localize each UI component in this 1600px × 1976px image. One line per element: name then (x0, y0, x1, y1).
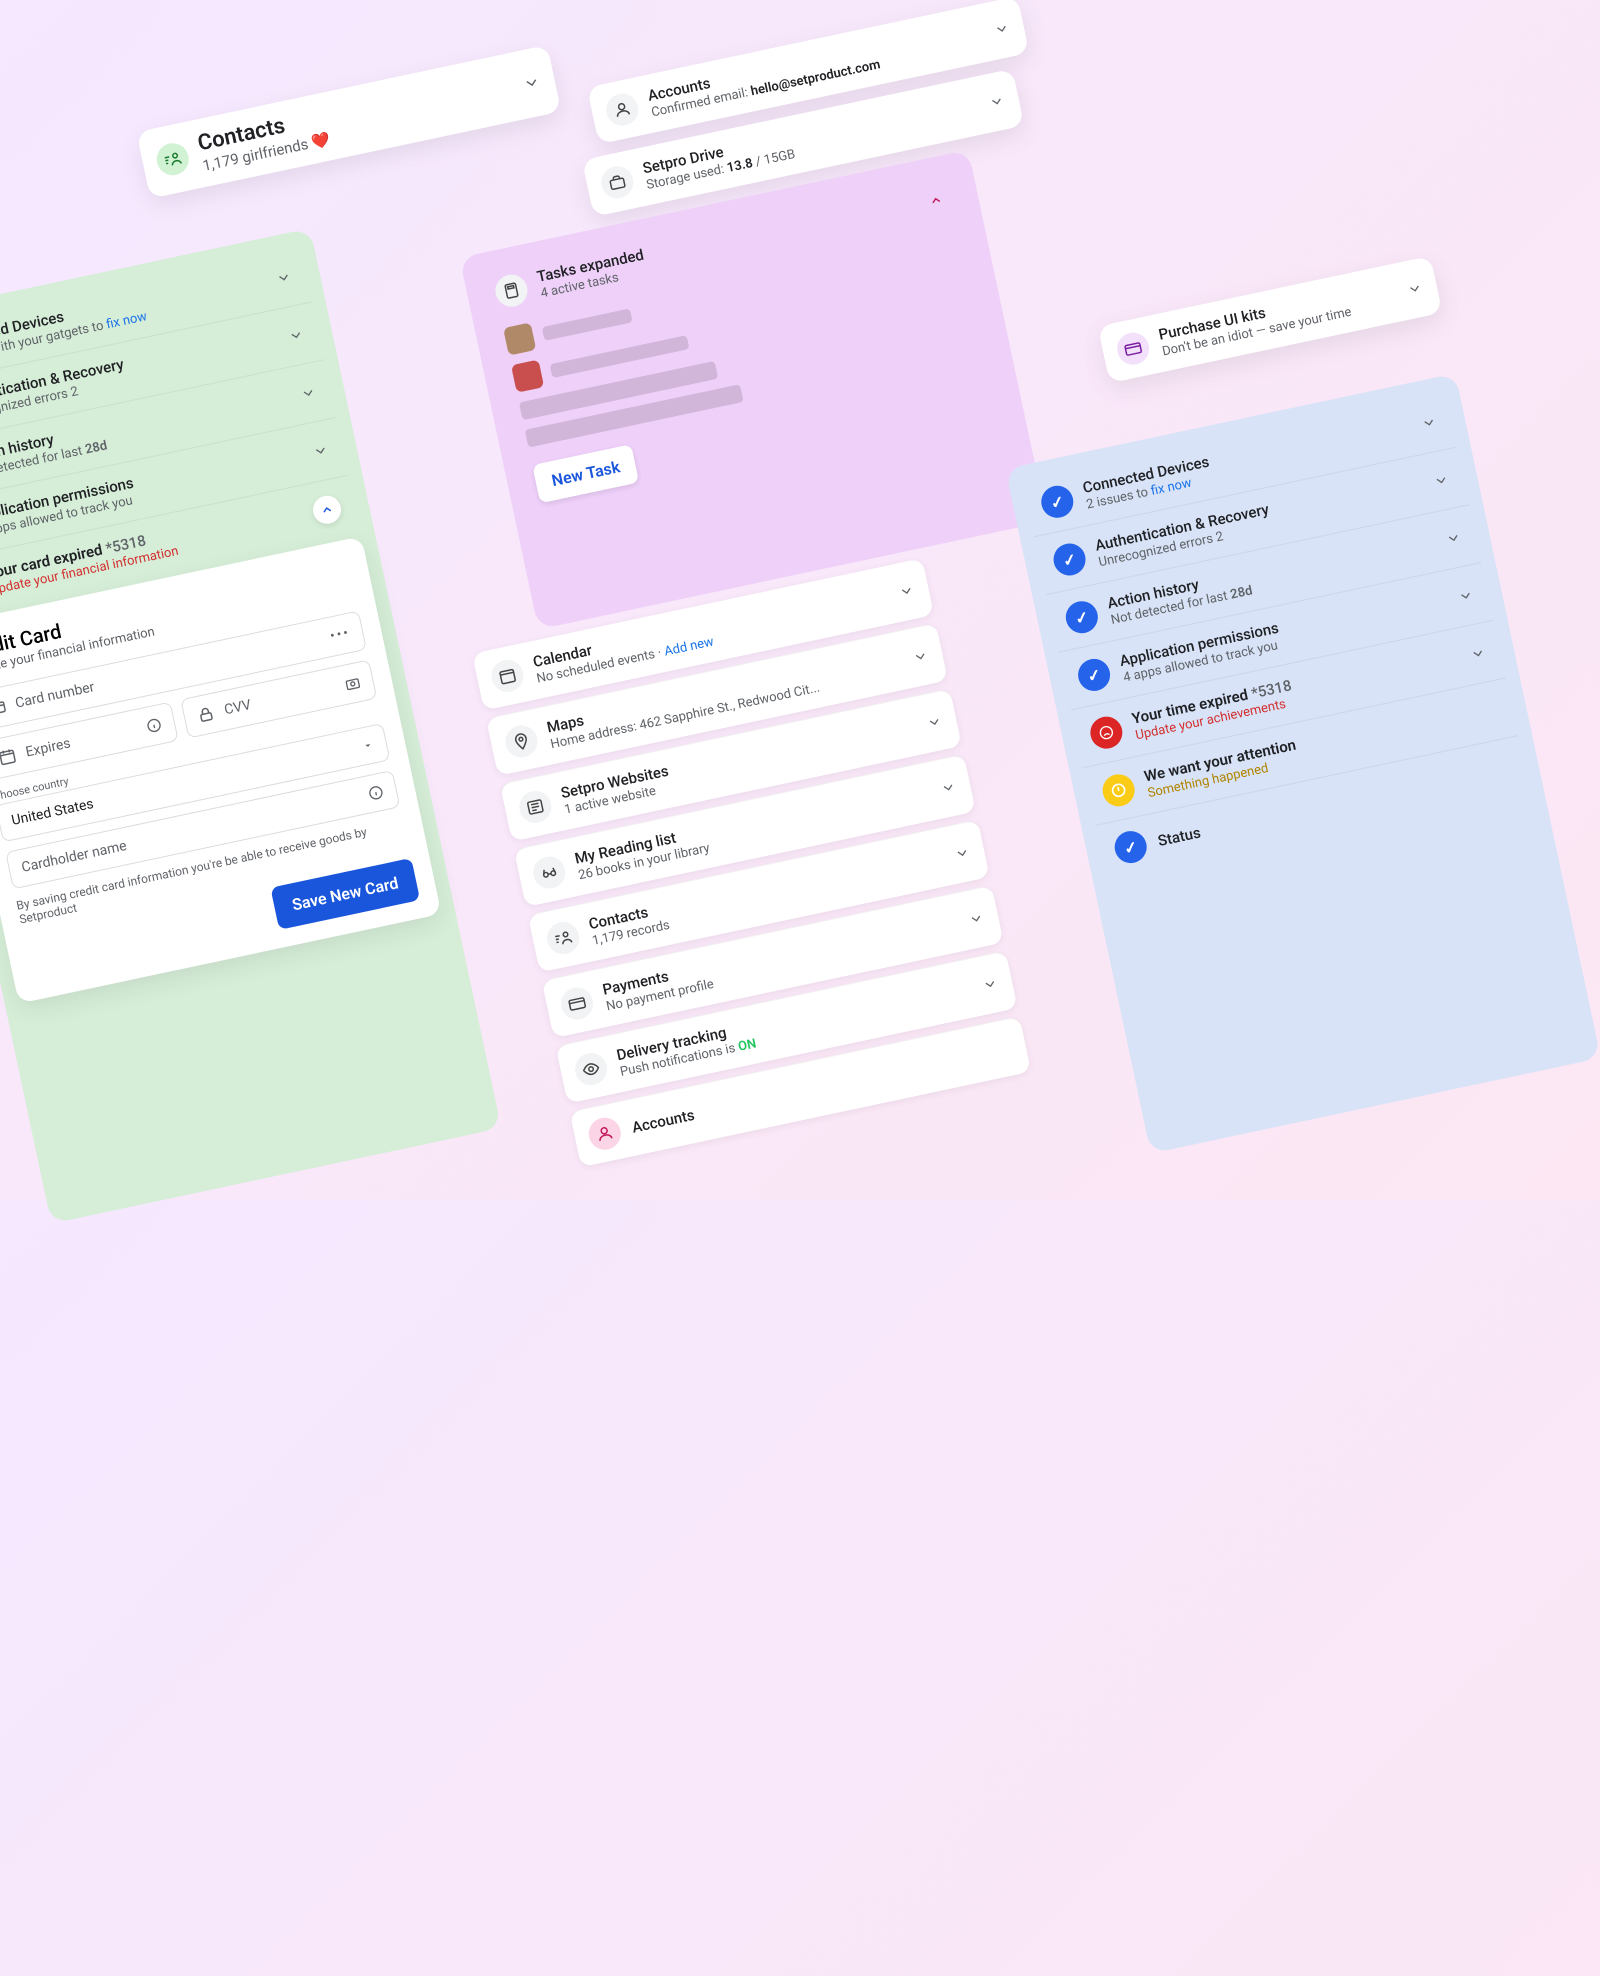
new-task-button[interactable]: New Task (532, 444, 639, 503)
lock-icon (195, 704, 216, 725)
person-icon (586, 1115, 624, 1153)
collapse-toggle[interactable] (310, 493, 343, 526)
chevron-down-icon[interactable] (311, 441, 330, 460)
briefcase-icon (598, 163, 636, 201)
check-icon (1038, 483, 1076, 521)
security-panel-green: Connected Devices 2 issues with your gat… (0, 228, 501, 1224)
check-icon (1112, 828, 1150, 866)
chevron-down-icon[interactable] (1444, 529, 1463, 548)
chevron-down-icon[interactable] (521, 72, 542, 93)
card-icon (558, 985, 596, 1023)
check-icon (1075, 656, 1113, 694)
card-icon (1114, 330, 1152, 368)
purchase-card[interactable]: Purchase UI kits Don't be an idiot — sav… (1098, 256, 1443, 383)
chevron-down-icon[interactable] (987, 92, 1006, 111)
chevron-down-icon[interactable] (1456, 586, 1475, 605)
chevron-down-icon[interactable] (992, 20, 1011, 39)
check-icon (1051, 541, 1089, 579)
avatar (511, 360, 544, 393)
security-panel-blue: Connected Devices2 issues to fix now Aut… (1005, 373, 1600, 1153)
chevron-down-icon[interactable] (911, 647, 930, 666)
chevron-down-icon[interactable] (897, 582, 916, 601)
chevron-down-icon[interactable] (287, 326, 306, 345)
apps-list: CalendarNo scheduled events · Add new Ma… (472, 558, 1033, 1175)
warning-icon (1100, 771, 1138, 809)
contacts-icon (544, 919, 582, 957)
calendar-icon (489, 657, 527, 695)
chevron-down-icon[interactable] (1405, 279, 1424, 298)
dropdown-icon (361, 738, 375, 752)
chevron-down-icon[interactable] (1420, 413, 1439, 432)
avatar (503, 322, 536, 355)
chevron-down-icon[interactable] (967, 909, 986, 928)
check-icon (1063, 598, 1101, 636)
tasks-icon (492, 272, 530, 310)
chevron-down-icon[interactable] (1432, 471, 1451, 490)
contacts-header-card[interactable]: Contacts 1,179 girlfriends ❤️ (136, 45, 561, 199)
info-icon[interactable] (366, 783, 385, 802)
card-icon (0, 697, 8, 718)
eye-icon (572, 1050, 610, 1088)
chevron-down-icon[interactable] (1469, 644, 1488, 663)
chevron-down-icon[interactable] (953, 844, 972, 863)
more-icon[interactable]: ••• (329, 625, 352, 645)
tasks-panel: Tasks expanded 4 active tasks New Task (459, 150, 1047, 630)
glasses-icon (530, 854, 568, 892)
collapse-icon[interactable] (919, 184, 952, 217)
chevron-down-icon[interactable] (299, 384, 318, 403)
location-icon (502, 722, 540, 760)
chevron-down-icon[interactable] (939, 778, 958, 797)
chevron-down-icon[interactable] (981, 975, 1000, 994)
person-icon (603, 91, 641, 129)
contacts-icon (154, 140, 192, 178)
chevron-down-icon[interactable] (925, 713, 944, 732)
camera-icon[interactable] (343, 674, 362, 693)
calendar-icon (0, 746, 18, 767)
sad-icon (1087, 714, 1125, 752)
info-icon[interactable] (145, 716, 164, 735)
newspaper-icon (516, 788, 554, 826)
chevron-down-icon[interactable] (274, 268, 293, 287)
credit-card-form: Credit Card Update your financial inform… (0, 536, 442, 1003)
